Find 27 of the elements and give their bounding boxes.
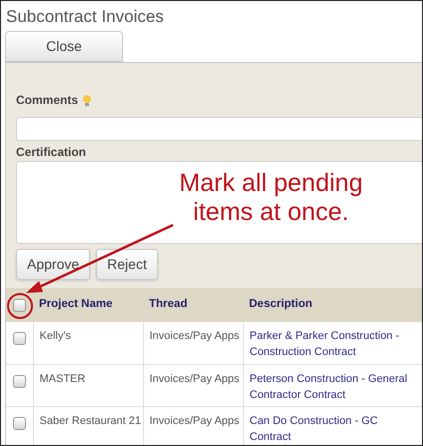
table-cell: Invoices/Pay Apps bbox=[150, 372, 240, 384]
comments-label: Comments bbox=[16, 92, 78, 109]
column-header[interactable]: Project Name bbox=[39, 298, 113, 310]
description-link[interactable]: Peterson Construction - General Contractor Contract bbox=[250, 370, 416, 402]
table-cell: Saber Restaurant 21 bbox=[40, 414, 142, 426]
annotation-text: Mark all pending items at once. bbox=[178, 169, 364, 227]
comments-field[interactable] bbox=[16, 117, 422, 141]
action-button[interactable]: Reject bbox=[96, 249, 158, 280]
checkbox[interactable] bbox=[12, 374, 26, 388]
table-cell: Invoices/Pay Apps bbox=[150, 330, 240, 342]
checkbox[interactable] bbox=[12, 332, 26, 345]
certification-label: Certification bbox=[16, 144, 88, 159]
description-link[interactable]: Can Do Construction - GC Contract bbox=[250, 412, 416, 444]
certification-field[interactable] bbox=[16, 161, 422, 244]
table-cell: MASTER bbox=[40, 372, 86, 384]
window-title: Subcontract Invoices bbox=[5, 6, 165, 28]
checkbox[interactable] bbox=[13, 298, 26, 312]
close-button[interactable]: Close bbox=[5, 31, 123, 62]
highlight-circle bbox=[7, 293, 33, 319]
action-button[interactable]: Approve bbox=[16, 249, 90, 280]
table-cell: Kelly's bbox=[40, 330, 71, 342]
description-link[interactable]: Parker & Parker Construction - Construction Contract bbox=[250, 328, 416, 360]
table-cell: Invoices/Pay Apps bbox=[150, 414, 240, 426]
column-header[interactable]: Description bbox=[249, 298, 312, 310]
lightbulb-icon bbox=[82, 94, 92, 106]
checkbox[interactable] bbox=[12, 416, 26, 430]
column-header[interactable]: Thread bbox=[149, 298, 188, 310]
